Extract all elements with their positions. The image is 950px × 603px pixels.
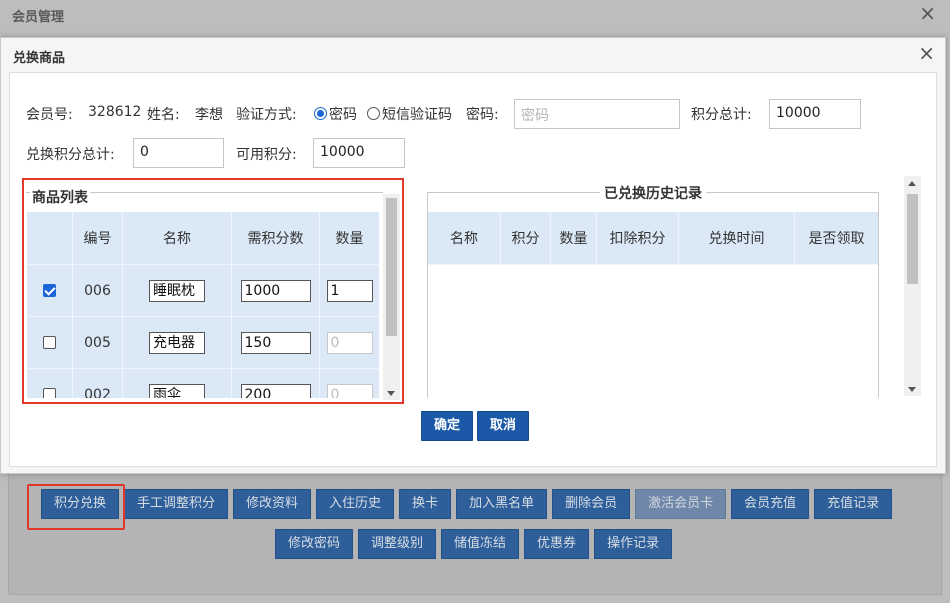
coupons-button[interactable]: 优惠券 (524, 529, 590, 559)
scroll-down-icon[interactable] (387, 391, 395, 396)
points-total-input[interactable]: 10000 (769, 99, 861, 129)
table-row[interactable]: 006 睡眠枕 1000 1 (27, 265, 379, 317)
background-title: 会员管理 (12, 10, 65, 25)
product-table-header: 编号 名称 需积分数 数量 (27, 212, 379, 265)
history-header-time: 兑换时间 (679, 212, 795, 264)
password-label: 密码: (466, 107, 499, 123)
exchange-total-label: 兑换积分总计: (26, 147, 115, 163)
member-recharge-button[interactable]: 会员充值 (731, 489, 810, 519)
table-row[interactable]: 002 雨伞 200 0 (27, 369, 379, 398)
row-name-field[interactable]: 充电器 (149, 331, 205, 354)
password-input[interactable]: 密码 (514, 99, 680, 129)
row-qty-field[interactable]: 0 (326, 383, 373, 398)
row-qty-field[interactable]: 0 (326, 331, 373, 354)
history-scrollbar[interactable] (904, 176, 921, 396)
product-table: 编号 名称 需积分数 数量 006 睡眠枕 1000 1 005 充电器 150… (27, 212, 379, 398)
exchange-total-input[interactable]: 0 (133, 138, 224, 168)
highlight-box-points-exchange (27, 484, 125, 530)
manual-adjust-points-button[interactable]: 手工调整积分 (124, 489, 229, 519)
history-header-name: 名称 (428, 212, 501, 264)
add-blacklist-button[interactable]: 加入黑名单 (456, 489, 548, 519)
row-points-field[interactable]: 1000 (240, 279, 311, 302)
header-points: 需积分数 (232, 212, 320, 264)
verify-sms-label: 短信验证码 (382, 107, 452, 123)
member-no-value: 328612 (88, 104, 142, 120)
recharge-records-button[interactable]: 充值记录 (814, 489, 893, 519)
header-name: 名称 (123, 212, 232, 264)
history-table: 名称 积分 数量 扣除积分 兑换时间 是否领取 (428, 212, 878, 265)
row-id: 006 (73, 265, 123, 316)
name-value: 李想 (195, 107, 223, 123)
background-close-icon[interactable]: × (919, 3, 936, 23)
header-qty: 数量 (335, 231, 364, 247)
available-points-label: 可用积分: (236, 147, 297, 163)
points-total-label: 积分总计: (691, 107, 752, 123)
product-list-scrollbar[interactable] (383, 194, 400, 400)
operation-log-button[interactable]: 操作记录 (594, 529, 673, 559)
verify-method-label: 验证方式: (236, 107, 297, 123)
header-id: 编号 (73, 212, 123, 264)
row-points-field[interactable]: 150 (240, 331, 311, 354)
row-name-field[interactable]: 睡眠枕 (149, 279, 205, 302)
history-header-collected: 是否领取 (808, 231, 865, 247)
verify-password-label: 密码 (329, 107, 357, 123)
history-header-qty: 数量 (551, 212, 597, 264)
history-header-deducted: 扣除积分 (597, 212, 679, 264)
verify-password-radio[interactable] (314, 107, 327, 120)
product-list-legend: 商品列表 (30, 187, 90, 207)
scrollbar-thumb[interactable] (907, 194, 918, 284)
confirm-button[interactable]: 确定 (421, 411, 473, 441)
row-checkbox[interactable] (43, 336, 56, 349)
verify-sms-radio[interactable] (367, 107, 380, 120)
scroll-up-icon[interactable] (908, 181, 916, 186)
adjust-level-button[interactable]: 调整级别 (358, 529, 437, 559)
member-no-label: 会员号: (26, 107, 73, 123)
cancel-button[interactable]: 取消 (477, 411, 529, 441)
available-points-input[interactable]: 10000 (313, 138, 405, 168)
history-legend: 已兑换历史记录 (600, 183, 706, 203)
scroll-down-icon[interactable] (908, 387, 916, 392)
delete-member-button[interactable]: 删除会员 (552, 489, 631, 519)
dialog-title: 兑换商品 (13, 51, 66, 66)
row-name-field[interactable]: 雨伞 (149, 383, 205, 398)
row-points-field[interactable]: 200 (240, 383, 311, 398)
name-label: 姓名: (147, 107, 180, 123)
dialog-close-icon[interactable]: × (918, 43, 935, 63)
history-table-header: 名称 积分 数量 扣除积分 兑换时间 是否领取 (428, 212, 878, 265)
actions-row-1: 积分兑换 手工调整积分 修改资料 入住历史 换卡 加入黑名单 删除会员 激活会员… (41, 489, 897, 519)
change-password-button[interactable]: 修改密码 (275, 529, 354, 559)
row-checkbox[interactable] (43, 284, 56, 297)
row-id: 005 (73, 317, 123, 368)
row-id: 002 (73, 369, 123, 398)
edit-profile-button[interactable]: 修改资料 (233, 489, 312, 519)
history-header-points: 积分 (501, 212, 551, 264)
table-row[interactable]: 005 充电器 150 0 (27, 317, 379, 369)
freeze-balance-button[interactable]: 储值冻结 (441, 529, 520, 559)
stay-history-button[interactable]: 入住历史 (316, 489, 395, 519)
scrollbar-thumb[interactable] (386, 198, 397, 336)
row-qty-field[interactable]: 1 (326, 279, 373, 302)
activate-card-button[interactable]: 激活会员卡 (635, 489, 727, 519)
background-titlebar: 会员管理 × (0, 0, 950, 30)
actions-row-2: 修改密码 调整级别 储值冻结 优惠券 操作记录 (275, 529, 677, 559)
product-list-panel: 商品列表 编号 名称 需积分数 数量 006 睡眠枕 1000 1 005 充电… (22, 178, 404, 404)
row-checkbox[interactable] (43, 388, 56, 398)
header-select (27, 212, 73, 264)
change-card-button[interactable]: 换卡 (399, 489, 452, 519)
